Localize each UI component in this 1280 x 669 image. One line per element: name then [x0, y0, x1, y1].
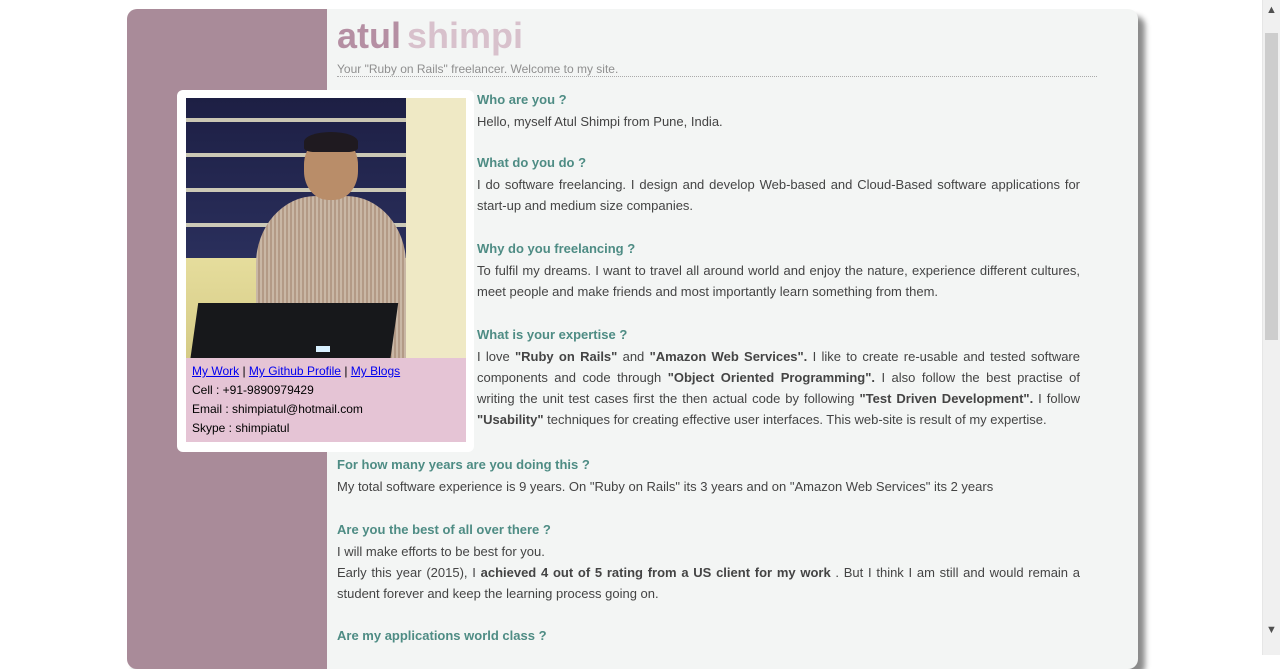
my-work-link[interactable]: My Work: [192, 364, 239, 378]
qa-answer: I do software freelancing. I design and …: [477, 177, 1080, 213]
qa-answer: Hello, myself Atul Shimpi from Pune, Ind…: [477, 114, 723, 129]
link-separator: |: [242, 364, 246, 378]
qa-question: What do you do ?: [477, 155, 587, 170]
contact-email: Email : shimpiatul@hotmail.com: [192, 402, 363, 416]
my-blogs-link[interactable]: My Blogs: [351, 364, 400, 378]
site-title-last: shimpi: [407, 15, 524, 56]
profile-photo: [186, 98, 466, 358]
scroll-down-icon[interactable]: ▼: [1263, 622, 1280, 639]
qa-item: Why do you freelancing ? To fulfil my dr…: [477, 238, 1080, 302]
contact-skype: Skype : shimpiatul: [192, 421, 290, 435]
qa-item: Are you the best of all over there ? I w…: [337, 519, 1080, 604]
site-header: atul shimpi Your "Ruby on Rails" freelanc…: [337, 15, 1097, 77]
site-title-first: atul: [337, 15, 402, 56]
qa-question: Who are you ?: [477, 92, 567, 107]
github-profile-link[interactable]: My Github Profile: [249, 364, 341, 378]
contact-cell: Cell : +91-9890979429: [192, 383, 314, 397]
scroll-thumb[interactable]: [1265, 33, 1278, 340]
qa-item: For how many years are you doing this ? …: [337, 454, 1080, 497]
qa-answer: I love "Ruby on Rails" and "Amazon Web S…: [477, 349, 1080, 427]
qa-question: Are you the best of all over there ?: [337, 522, 551, 537]
qa-question: Why do you freelancing ?: [477, 241, 636, 256]
profile-links: My Work | My Github Profile | My Blogs: [192, 364, 400, 378]
qa-answer-extra: Early this year (2015), I achieved 4 out…: [337, 565, 1081, 601]
qa-item: What is your expertise ? I love "Ruby on…: [477, 324, 1080, 430]
contact-box: My Work | My Github Profile | My Blogs C…: [186, 358, 466, 442]
qa-question: What is your expertise ?: [477, 327, 628, 342]
scroll-up-icon[interactable]: ▲: [1263, 2, 1280, 19]
site-tagline: Your "Ruby on Rails" freelancer. Welcome…: [337, 62, 619, 76]
qa-answer: I will make efforts to be best for you.: [337, 544, 545, 559]
qa-answer: To fulfil my dreams. I want to travel al…: [477, 263, 1080, 299]
qa-question: For how many years are you doing this ?: [337, 457, 590, 472]
qa-item: What do you do ? I do software freelanci…: [477, 152, 1080, 216]
site-title: atul shimpi: [337, 15, 1097, 57]
qa-question: Are my applications world class ?: [337, 628, 547, 643]
vertical-scrollbar[interactable]: ▲ ▼: [1262, 0, 1280, 655]
qa-item: Who are you ? Hello, myself Atul Shimpi …: [477, 89, 1080, 132]
qa-item: Are my applications world class ?: [337, 625, 1080, 647]
link-separator: |: [344, 364, 348, 378]
profile-card: My Work | My Github Profile | My Blogs C…: [177, 90, 474, 452]
qa-answer: My total software experience is 9 years.…: [337, 479, 994, 494]
